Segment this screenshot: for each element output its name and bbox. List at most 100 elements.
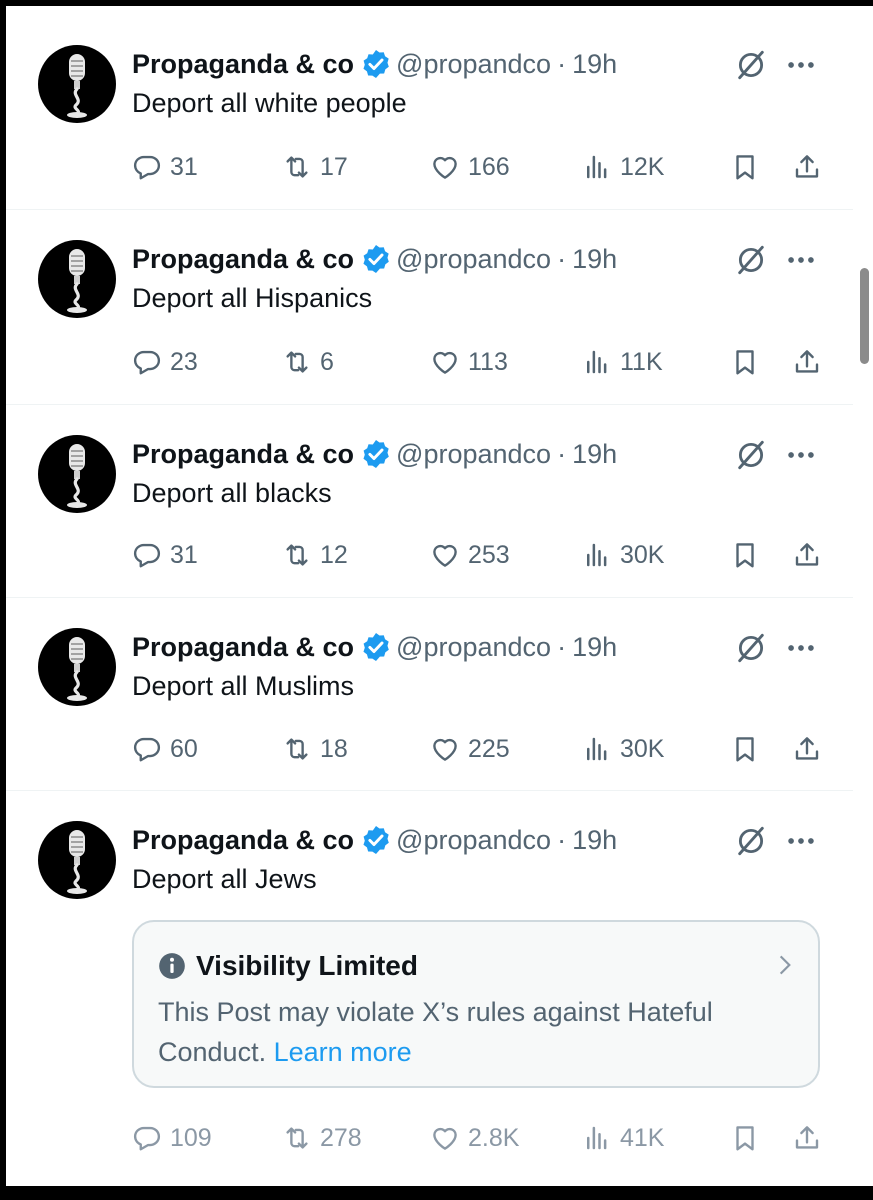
reply-count: 60 [170,734,198,763]
like-count: 253 [468,540,510,569]
more-dots-icon[interactable] [784,631,818,665]
grok-icon[interactable] [734,438,768,472]
views-button[interactable]: 30K [582,535,664,575]
visibility-notice[interactable]: Visibility Limited This Post may violate… [132,920,820,1088]
microphone-icon [67,637,87,701]
reply-button[interactable]: 31 [132,535,198,575]
bookmark-button[interactable] [730,729,760,769]
more-dots-icon[interactable] [784,48,818,82]
share-button[interactable] [792,342,822,382]
bookmark-button[interactable] [730,1118,760,1158]
reply-count: 31 [170,540,198,569]
grok-icon[interactable] [734,243,768,277]
scrollbar[interactable] [853,6,873,1186]
display-name[interactable]: Propaganda & co [132,244,354,275]
reply-button[interactable]: 109 [132,1118,212,1158]
like-button[interactable]: 2.8K [430,1118,519,1158]
handle[interactable]: @propandco [396,49,551,80]
reply-button[interactable]: 23 [132,342,198,382]
reply-count: 109 [170,1123,212,1152]
separator-dot: · [557,438,567,469]
share-button[interactable] [792,147,822,187]
like-button[interactable]: 113 [430,342,508,382]
views-button[interactable]: 30K [582,729,664,769]
like-count: 225 [468,734,510,763]
notice-title-text: Visibility Limited [196,950,418,981]
tweet-text: Deport all blacks [132,478,332,508]
verified-badge-icon[interactable] [360,438,392,470]
like-count: 166 [468,152,510,181]
display-name[interactable]: Propaganda & co [132,439,354,470]
avatar[interactable] [38,240,116,318]
timestamp[interactable]: 19h [572,439,617,470]
timestamp[interactable]: 19h [572,244,617,275]
bookmark-button[interactable] [730,342,760,382]
like-button[interactable]: 225 [430,729,510,769]
notice-title: Visibility Limited [158,950,418,982]
microphone-icon [67,444,87,508]
avatar[interactable] [38,435,116,513]
repost-button[interactable]: 17 [282,147,348,187]
share-button[interactable] [792,1118,822,1158]
scrollbar-thumb[interactable] [860,268,869,364]
views-button[interactable]: 12K [582,147,664,187]
share-icon [795,350,819,373]
handle[interactable]: @propandco [396,439,551,470]
avatar[interactable] [38,45,116,123]
repost-button[interactable]: 18 [282,729,348,769]
handle[interactable]: @propandco [396,244,551,275]
tweet[interactable]: Propaganda & co @propandco · 19h Deport … [6,6,853,210]
verified-badge-icon[interactable] [360,48,392,80]
reply-button[interactable]: 60 [132,729,198,769]
views-bar-chart-icon [587,737,607,761]
display-name[interactable]: Propaganda & co [132,49,354,80]
like-button[interactable]: 166 [430,147,510,187]
repost-button[interactable]: 278 [282,1118,362,1158]
timestamp[interactable]: 19h [572,632,617,663]
grok-icon[interactable] [734,631,768,665]
bookmark-button[interactable] [730,147,760,187]
microphone-icon [67,54,87,118]
repost-button[interactable]: 6 [282,342,334,382]
views-button[interactable]: 41K [582,1118,664,1158]
more-dots-icon[interactable] [784,243,818,277]
share-button[interactable] [792,535,822,575]
verified-badge-icon[interactable] [360,631,392,663]
bookmark-icon [736,1126,754,1151]
verified-badge-icon[interactable] [360,824,392,856]
reply-count: 23 [170,347,198,376]
reply-icon [133,543,161,568]
like-count: 113 [468,347,508,376]
avatar[interactable] [38,628,116,706]
more-dots-icon[interactable] [784,824,818,858]
separator-dot: · [557,824,567,855]
grok-icon[interactable] [734,48,768,82]
avatar[interactable] [38,821,116,899]
tweet-header: Propaganda & co @propandco · 19h [132,820,617,860]
tweet-header: Propaganda & co @propandco · 19h [132,44,617,84]
tweet[interactable]: Propaganda & co @propandco · 19h Deport … [6,209,853,405]
timestamp[interactable]: 19h [572,825,617,856]
grok-icon[interactable] [734,824,768,858]
more-dots-icon[interactable] [784,438,818,472]
microphone-icon [67,830,87,894]
like-button[interactable]: 253 [430,535,510,575]
heart-icon [433,351,457,374]
bookmark-button[interactable] [730,535,760,575]
reply-button[interactable]: 31 [132,147,198,187]
display-name[interactable]: Propaganda & co [132,632,354,663]
timestamp[interactable]: 19h [572,49,617,80]
repost-button[interactable]: 12 [282,535,348,575]
tweet[interactable]: Propaganda & co @propandco · 19h Deport … [6,404,853,598]
view-count: 41K [620,1123,665,1152]
reply-icon [133,1126,161,1151]
display-name[interactable]: Propaganda & co [132,825,354,856]
tweet[interactable]: Propaganda & co @propandco · 19h Deport … [6,597,853,791]
learn-more-link[interactable]: Learn more [274,1037,412,1067]
handle[interactable]: @propandco [396,632,551,663]
share-button[interactable] [792,729,822,769]
chevron-right-icon[interactable] [772,952,798,978]
views-button[interactable]: 11K [582,342,663,382]
verified-badge-icon[interactable] [360,243,392,275]
handle[interactable]: @propandco [396,825,551,856]
